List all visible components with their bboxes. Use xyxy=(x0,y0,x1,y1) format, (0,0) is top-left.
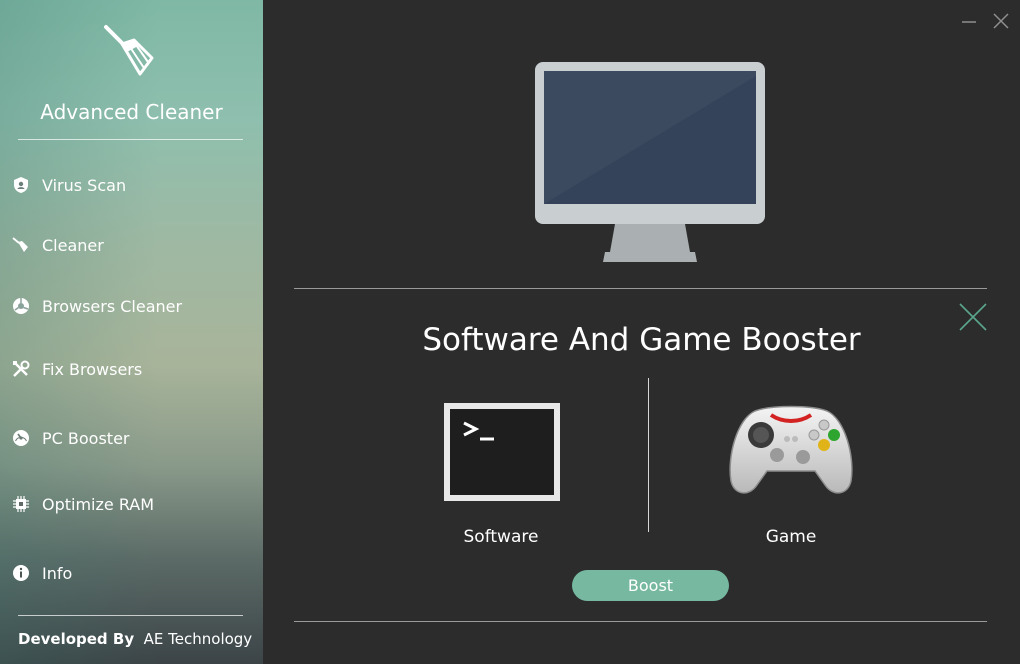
sidebar-item-label: Info xyxy=(42,563,73,583)
divider xyxy=(294,288,987,289)
info-icon xyxy=(10,562,32,584)
game-label: Game xyxy=(765,527,817,547)
boost-button[interactable]: Boost xyxy=(572,570,729,601)
developer-name: AE Technology xyxy=(143,630,253,648)
sidebar-item-info[interactable]: Info xyxy=(10,558,250,588)
sidebar-item-label: Optimize RAM xyxy=(42,494,155,514)
sidebar-item-pc-booster[interactable]: PC Booster xyxy=(10,423,250,453)
sidebar: Advanced Cleaner Virus Scan Cleaner Brow… xyxy=(0,0,263,664)
brand: Advanced Cleaner xyxy=(0,0,263,140)
game-option[interactable]: Game xyxy=(711,403,871,553)
developer-credit: Developed By AE Technology xyxy=(18,630,252,648)
app-title: Advanced Cleaner xyxy=(40,100,223,124)
divider xyxy=(18,615,243,616)
sidebar-item-label: Fix Browsers xyxy=(42,359,143,379)
speedometer-icon xyxy=(10,427,32,449)
software-option[interactable]: Software xyxy=(421,403,581,553)
chip-icon xyxy=(10,493,32,515)
broom-icon xyxy=(104,25,154,76)
sidebar-item-virus-scan[interactable]: Virus Scan xyxy=(10,170,250,200)
panel-title: Software And Game Booster xyxy=(422,322,861,358)
divider xyxy=(294,621,987,622)
sidebar-item-fix-browsers[interactable]: Fix Browsers xyxy=(10,354,250,384)
terminal-icon xyxy=(444,403,560,501)
sidebar-item-label: PC Booster xyxy=(42,428,130,448)
shield-icon xyxy=(10,174,32,196)
minimize-icon[interactable] xyxy=(958,10,980,32)
sidebar-item-browsers-cleaner[interactable]: Browsers Cleaner xyxy=(10,291,250,321)
sidebar-item-cleaner[interactable]: Cleaner xyxy=(10,230,250,260)
sidebar-item-label: Virus Scan xyxy=(42,175,127,195)
sidebar-item-label: Browsers Cleaner xyxy=(42,296,183,316)
tools-icon xyxy=(10,358,32,380)
browser-icon xyxy=(10,295,32,317)
divider xyxy=(648,378,649,532)
close-icon[interactable] xyxy=(990,10,1012,32)
software-label: Software xyxy=(463,527,539,547)
monitor-icon xyxy=(535,62,765,262)
main-panel: Software And Game Booster Software Game … xyxy=(263,0,1020,664)
broom-icon xyxy=(10,234,32,256)
divider xyxy=(18,139,243,140)
gamepad-icon xyxy=(729,405,853,494)
sidebar-item-optimize-ram[interactable]: Optimize RAM xyxy=(10,489,250,519)
sidebar-item-label: Cleaner xyxy=(42,235,104,255)
developer-prefix: Developed By xyxy=(18,630,135,648)
